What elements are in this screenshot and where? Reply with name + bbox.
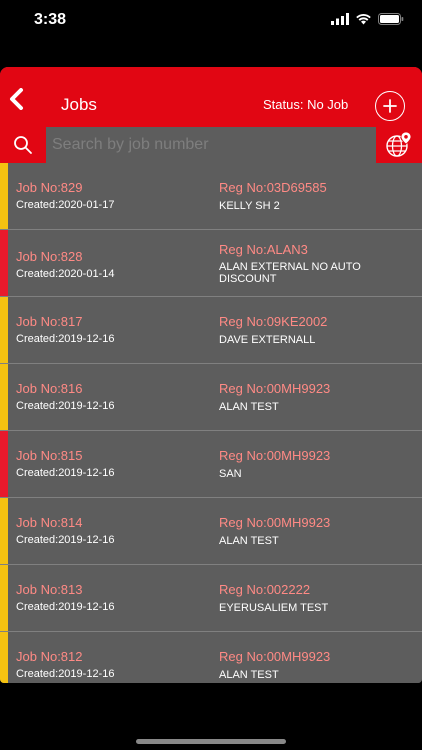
add-job-button[interactable] [375,91,405,121]
customer-name: DAVE EXTERNALL [219,334,316,346]
status-icons [331,13,404,25]
customer-name: EYERUSALIEM TEST [219,602,329,614]
plus-icon [383,99,397,113]
job-number: Job No:814 [16,515,83,530]
search-button[interactable] [0,127,46,163]
page-title: Jobs [61,95,97,114]
reg-number: Reg No:09KE2002 [219,314,328,329]
job-created-date: Created:2019-12-16 [16,333,115,345]
job-number: Job No:813 [16,582,83,597]
search-icon [14,136,32,154]
job-created-date: Created:2019-12-16 [16,601,115,613]
battery-icon [378,13,404,25]
status-color-bar [0,230,8,296]
job-row[interactable]: Job No:814 Created:2019-12-16 Reg No:00MH9… [0,498,422,565]
chevron-left-icon [10,88,23,110]
status-color-bar [0,632,8,683]
globe-location-icon [386,131,412,157]
reg-number: Reg No:002222 [219,582,311,597]
job-row[interactable]: Job No:816 Created:2019-12-16 Reg No:00MH9… [0,364,422,431]
job-number: Job No:815 [16,448,83,463]
status-bar: 3:38 [0,0,422,44]
status-color-bar [0,297,8,363]
back-button[interactable] [4,87,28,111]
customer-name: KELLY SH 2 [219,200,280,212]
reg-number: Reg No:00MH9923 [219,649,331,664]
job-created-date: Created:2019-12-16 [16,534,115,546]
reg-number: Reg No:00MH9923 [219,381,331,396]
customer-name: ALAN TEST [219,401,279,413]
status-color-bar [0,565,8,631]
job-list: Job No:829 Created:2020-01-17 Reg No:03D69… [0,163,422,683]
reg-number: Reg No:03D69585 [219,180,327,195]
customer-name: ALAN EXTERNAL NO AUTO DISCOUNT [219,261,361,285]
customer-name: SAN [219,468,242,480]
status-time: 3:38 [34,11,67,28]
job-row[interactable]: Job No:812 Created:2019-12-16 Reg No:00MH9… [0,632,422,683]
job-number: Job No:816 [16,381,83,396]
job-number: Job No:829 [16,180,83,195]
job-number: Job No:817 [16,314,83,329]
job-row[interactable]: Job No:817 Created:2019-12-16 Reg No:09KE2… [0,297,422,364]
job-created-date: Created:2019-12-16 [16,400,115,412]
signal-icon [331,13,349,25]
status-color-bar [0,364,8,430]
wifi-icon [356,14,371,25]
job-row[interactable]: Job No:828 Created:2020-01-14 Reg No:ALAN3… [0,230,422,297]
job-number: Job No:828 [16,249,83,264]
job-created-date: Created:2020-01-14 [16,268,115,280]
job-row[interactable]: Job No:829 Created:2020-01-17 Reg No:03D69… [0,163,422,230]
search-input[interactable] [46,127,376,163]
jobs-screen: Jobs Status: No Job Job No:829C [0,67,422,683]
reg-number: Reg No:00MH9923 [219,448,331,463]
header-bar: Jobs Status: No Job [0,67,422,127]
status-color-bar [0,431,8,497]
reg-number: Reg No:00MH9923 [219,515,331,530]
job-number: Job No:812 [16,649,83,664]
customer-name: ALAN TEST [219,535,279,547]
search-row [0,127,422,163]
customer-name: ALAN TEST [219,669,279,681]
job-created-date: Created:2020-01-17 [16,199,115,211]
reg-number: Reg No:ALAN3 [219,242,308,257]
status-color-bar [0,163,8,229]
job-row[interactable]: Job No:815 Created:2019-12-16 Reg No:00MH9… [0,431,422,498]
job-status-label: Status: No Job [263,97,349,112]
home-indicator [136,739,286,744]
job-created-date: Created:2019-12-16 [16,467,115,479]
location-filter-button[interactable] [376,127,422,163]
status-color-bar [0,498,8,564]
job-created-date: Created:2019-12-16 [16,668,115,680]
job-row[interactable]: Job No:813 Created:2019-12-16 Reg No:00222… [0,565,422,632]
